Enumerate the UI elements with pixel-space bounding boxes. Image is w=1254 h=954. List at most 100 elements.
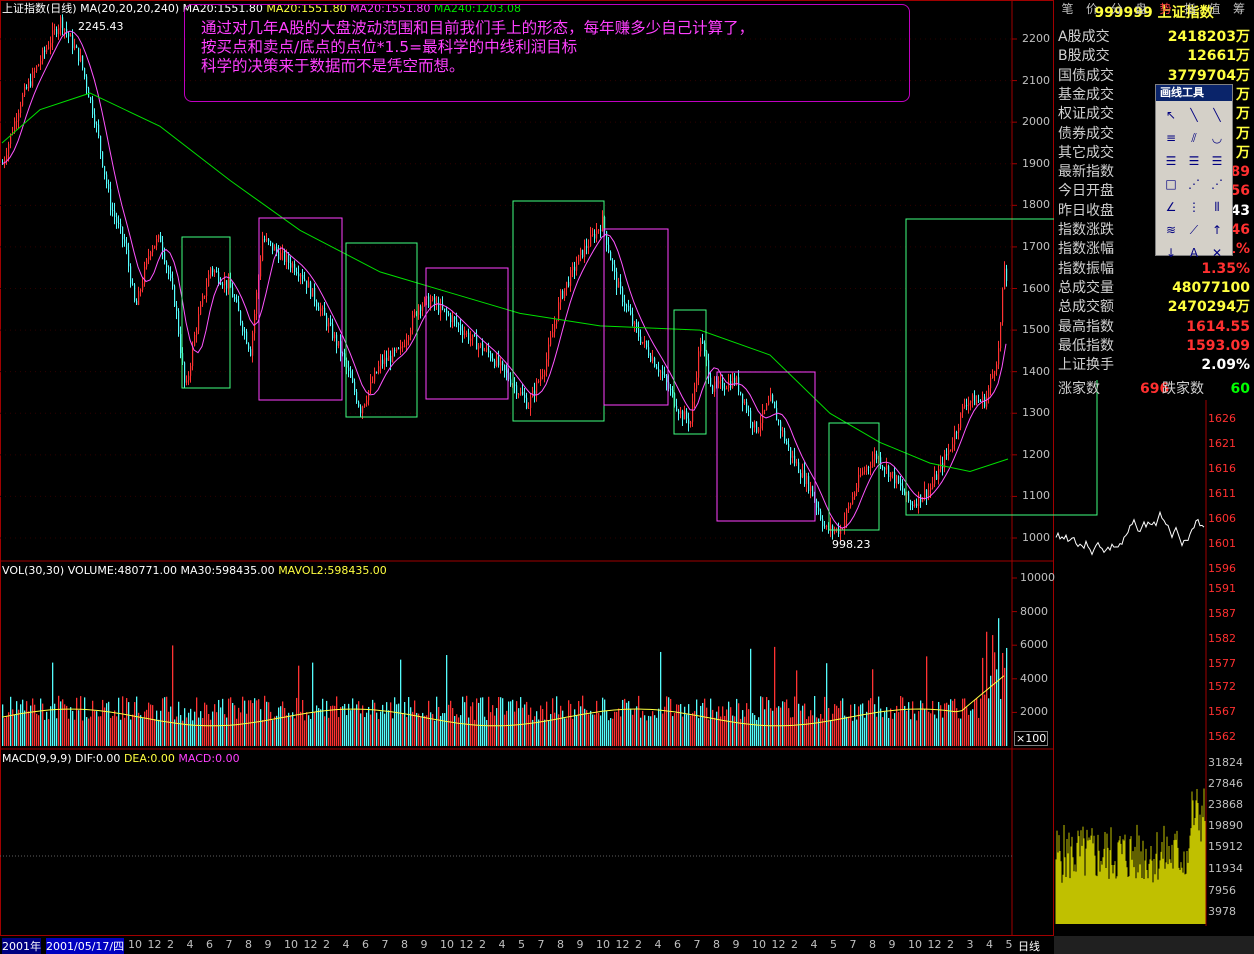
kline-candle <box>732 377 734 388</box>
kline-candle <box>980 400 982 402</box>
month-tick-label: 7 <box>537 938 545 951</box>
volume-bar <box>516 701 518 746</box>
quote-key: 最新指数 <box>1058 164 1114 181</box>
kline-candle <box>88 88 90 98</box>
kline-candle <box>454 317 456 320</box>
drawing-tool-button[interactable]: A <box>1183 242 1205 264</box>
kline-candle <box>852 496 854 504</box>
kline-candle <box>140 289 142 292</box>
bottom-tab[interactable]: 价 <box>1081 0 1104 18</box>
kline-candle <box>498 356 500 366</box>
bottom-tab[interactable]: 指 <box>1179 0 1202 18</box>
volume-bar <box>398 703 400 746</box>
volume-bar <box>188 712 190 746</box>
volume-bar <box>392 718 394 746</box>
kline-candle <box>16 120 18 122</box>
kline-candle <box>62 17 64 31</box>
ma20-line <box>1 30 1007 529</box>
kline-candle <box>602 216 604 232</box>
drawing-tool-button[interactable]: ⟋ <box>1183 219 1205 241</box>
drawing-tool-button[interactable]: ⫽ <box>1183 127 1205 149</box>
drawing-tool-button[interactable]: ≡ <box>1160 127 1182 149</box>
volume-bar <box>356 704 358 746</box>
drawing-tool-button[interactable]: ╲ <box>1206 104 1228 126</box>
volume-bar <box>874 704 876 746</box>
volume-bar <box>726 709 728 746</box>
drawing-tool-title[interactable]: 画线工具 <box>1156 85 1232 101</box>
drawing-tool-button[interactable]: ⋰ <box>1183 173 1205 195</box>
volume-bar <box>688 704 690 746</box>
volume-bar <box>226 717 228 746</box>
text-annotation[interactable]: 通过对几年A股的大盘波动范围和目前我们手上的形态，每年赚多少自己计算了， 按买点… <box>184 4 910 102</box>
quote-value: 万 <box>1236 125 1250 142</box>
kline-candle <box>202 296 204 305</box>
kline-candle <box>936 474 938 480</box>
kline-candle <box>528 407 530 409</box>
volume-bar <box>892 718 894 746</box>
intraday-tick-label: 1587 <box>1208 607 1236 620</box>
intraday-tick-label: 1591 <box>1208 582 1236 595</box>
kline-candle <box>978 400 980 402</box>
kline-candle <box>582 249 584 258</box>
bottom-tab[interactable]: 笔 <box>1056 0 1079 18</box>
volume-bar <box>474 719 476 746</box>
volume-bar <box>448 704 450 746</box>
drawing-tool-button[interactable]: ↖ <box>1160 104 1182 126</box>
kline-candle <box>178 311 180 335</box>
month-tick-label: 10 <box>128 938 142 951</box>
kline-candle <box>750 410 752 423</box>
kline-candle <box>366 400 368 404</box>
drawing-tool-button[interactable]: ⋮ <box>1183 196 1205 218</box>
volume-bar <box>162 698 164 746</box>
kline-candle <box>794 455 796 464</box>
drawing-tool-button[interactable]: ╲ <box>1183 104 1205 126</box>
volume-bar <box>434 720 436 746</box>
volume-bar <box>764 709 766 746</box>
volume-bar <box>444 713 446 746</box>
volume-bar <box>934 714 936 746</box>
kline-candle <box>890 472 892 477</box>
volume-bar <box>126 698 128 746</box>
volume-bar <box>44 719 46 746</box>
kline-candle <box>226 280 228 289</box>
volume-bar <box>940 705 942 746</box>
drawing-tool-button[interactable]: ⋰ <box>1206 173 1228 195</box>
drawing-tool-button[interactable]: ◡ <box>1206 127 1228 149</box>
kline-candle <box>1002 289 1004 323</box>
volume-bar <box>748 709 750 746</box>
drawing-tool-button[interactable]: ∠ <box>1160 196 1182 218</box>
kline-candle <box>412 315 414 331</box>
drawing-tool-button[interactable]: ↓ <box>1160 242 1182 264</box>
bottom-tab[interactable]: 盘 <box>1130 0 1153 18</box>
kline-candle <box>190 365 192 376</box>
kline-candle <box>662 371 664 375</box>
drawing-tool-button[interactable]: ≋ <box>1160 219 1182 241</box>
bottom-tab[interactable]: 筹 <box>1228 0 1251 18</box>
drawing-tool-button[interactable]: ↑ <box>1206 219 1228 241</box>
drawing-tool-button[interactable]: ☰ <box>1160 150 1182 172</box>
volume-bar <box>718 706 720 746</box>
volume-bar <box>568 700 570 746</box>
drawing-tool-button[interactable]: ⦀ <box>1206 196 1228 218</box>
bottom-tab[interactable]: 势 <box>1154 0 1177 18</box>
bottom-tab[interactable]: 值 <box>1203 0 1226 18</box>
kline-candle <box>18 113 20 121</box>
period-selector[interactable]: 日线 <box>1018 938 1040 954</box>
kline-candle <box>168 267 170 275</box>
volume-bar <box>884 711 886 746</box>
drawing-tool-button[interactable]: ✕ <box>1206 242 1228 264</box>
month-tick-label: 7 <box>693 938 701 951</box>
volume-bar <box>346 715 348 746</box>
volume-bar <box>734 716 736 746</box>
kline-candle <box>444 308 446 310</box>
volume-bar <box>590 710 592 746</box>
kline-candle <box>496 356 498 366</box>
drawing-tool-button[interactable]: ☰ <box>1183 150 1205 172</box>
drawing-tool-button[interactable]: □ <box>1160 173 1182 195</box>
drawing-tool-button[interactable]: ☰ <box>1206 150 1228 172</box>
kline-candle <box>198 314 200 331</box>
bottom-tab[interactable]: 分 <box>1105 0 1128 18</box>
kline-candle <box>214 271 216 273</box>
drawing-tool-window[interactable]: 画线工具 ↖ ╲ ╲ ≡ ⫽ ◡ ☰ ☰ ☰ □ ⋰ ⋰ ∠ ⋮ ⦀ ≋ ⟋ ↑ ↓ A ✕ <box>1155 84 1233 260</box>
quote-row: 总成交量 48077100 <box>1058 279 1250 298</box>
